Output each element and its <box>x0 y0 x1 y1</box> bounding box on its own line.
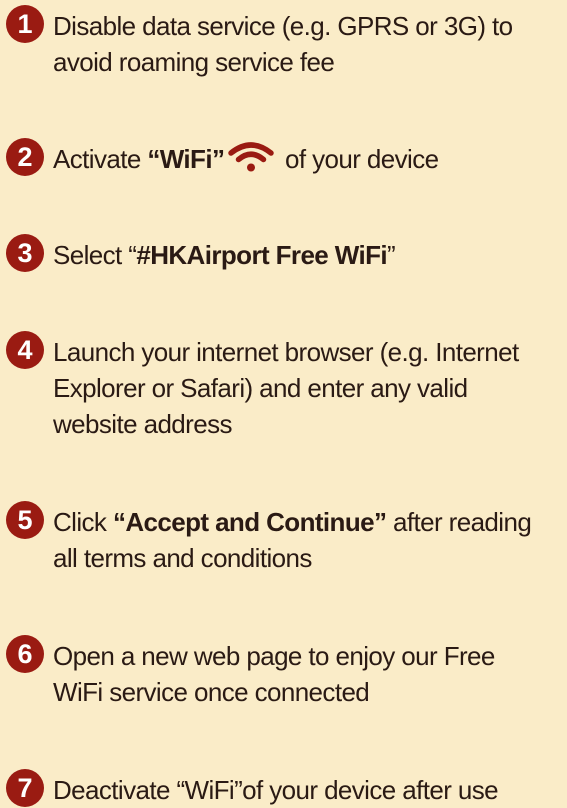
step-line: Click “Accept and Continue” after readin… <box>53 504 532 540</box>
step-text-prefix: Activate <box>53 144 148 174</box>
step-line: Disable data service (e.g. GPRS or 3G) t… <box>53 11 513 41</box>
wifi-icon <box>228 142 275 172</box>
step-text: Launch your internet browser (e.g. Inter… <box>53 334 519 442</box>
step-text-emphasis: “Accept and Continue” <box>112 507 387 537</box>
wifi-network-name: #HKAirport Free WiFi <box>136 240 388 270</box>
step-text-prefix: Click <box>53 507 113 537</box>
step-line: WiFi service once connected <box>53 677 370 707</box>
instructions-page: 1 Disable data service (e.g. GPRS or 3G)… <box>0 0 567 807</box>
step-text-emphasis: “WiFi” <box>147 144 225 174</box>
step-text: Select “#HKAirport Free WiFi” <box>53 237 396 273</box>
step-4: 4 Launch your internet browser (e.g. Int… <box>6 331 567 442</box>
step-6: 6 Open a new web page to enjoy our Free … <box>6 635 567 710</box>
step-line: Explorer or Safari) and enter any valid <box>53 373 468 403</box>
step-text-suffix: ” <box>387 240 396 270</box>
step-line: all terms and conditions <box>53 543 312 573</box>
step-number-badge: 6 <box>6 635 44 673</box>
step-text: Activate “WiFi” of your device <box>53 141 439 177</box>
step-3: 3 Select “#HKAirport Free WiFi” <box>6 234 567 273</box>
step-line: avoid roaming service fee <box>53 47 335 77</box>
step-text-prefix: Select “ <box>53 240 137 270</box>
step-1: 1 Disable data service (e.g. GPRS or 3G)… <box>6 5 567 80</box>
step-text: Click “Accept and Continue” after readin… <box>53 504 532 576</box>
step-number-badge: 7 <box>6 769 44 807</box>
step-text: Disable data service (e.g. GPRS or 3G) t… <box>53 8 513 80</box>
step-text-suffix: of your device <box>278 144 439 174</box>
step-number-badge: 5 <box>6 501 44 539</box>
step-text-suffix: after reading <box>386 507 532 537</box>
step-number-badge: 1 <box>6 5 44 43</box>
step-2: 2 Activate “WiFi” of your device <box>6 138 567 177</box>
step-line: Launch your internet browser (e.g. Inter… <box>53 337 519 367</box>
step-number-badge: 3 <box>6 234 44 272</box>
step-number-badge: 2 <box>6 138 44 176</box>
step-text: Open a new web page to enjoy our Free Wi… <box>53 638 495 710</box>
step-5: 5 Click “Accept and Continue” after read… <box>6 501 567 576</box>
step-line: website address <box>53 409 232 439</box>
step-number-badge: 4 <box>6 331 44 369</box>
step-line: Open a new web page to enjoy our Free <box>53 641 495 671</box>
